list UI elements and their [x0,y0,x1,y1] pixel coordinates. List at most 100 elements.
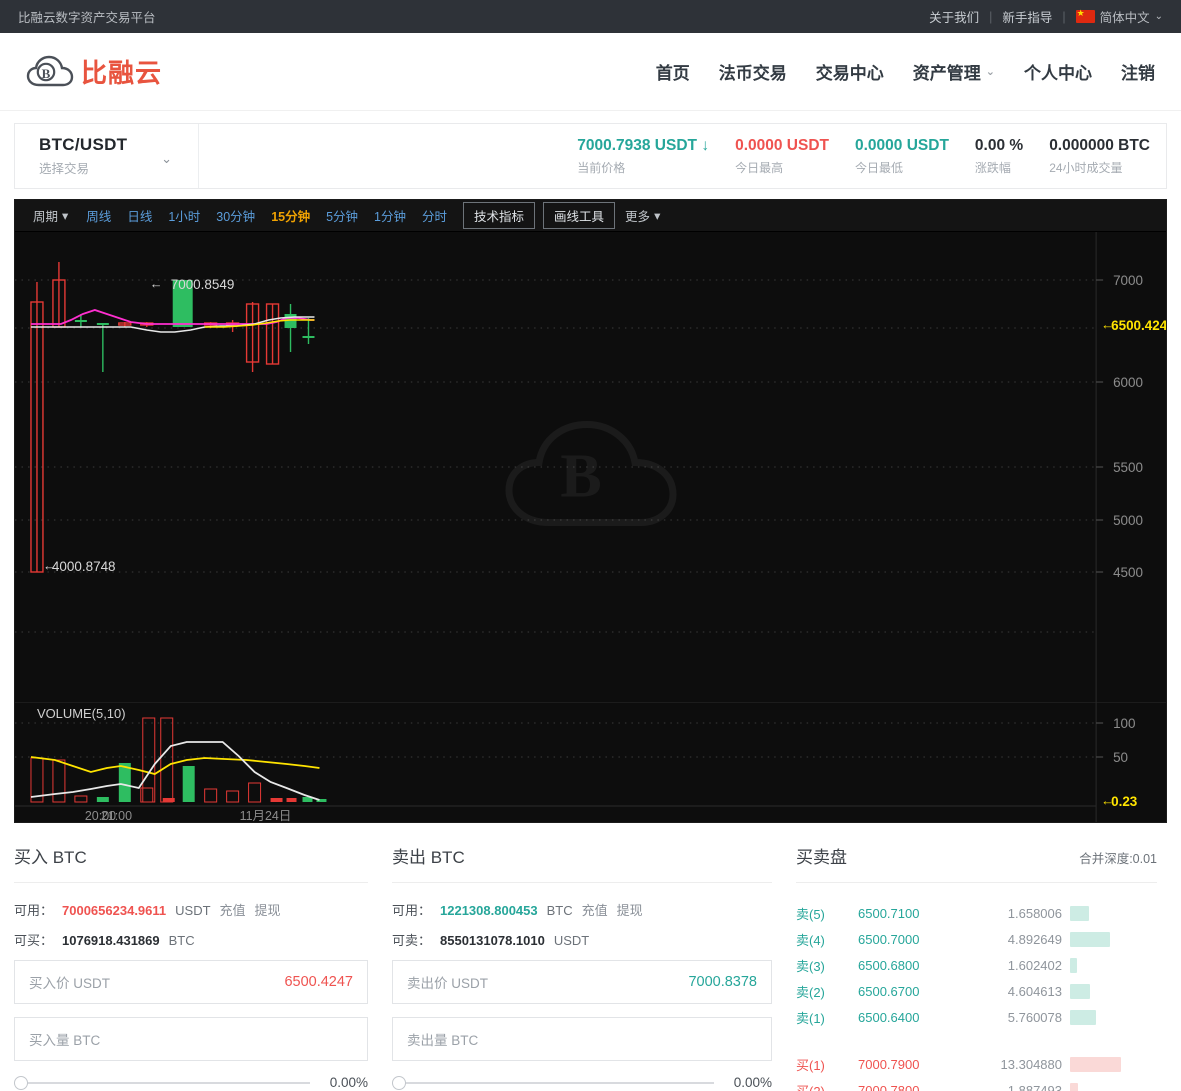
order-book-ask-row[interactable]: 卖(5) 6500.7100 1.658006 [796,900,1157,926]
period-timeline[interactable]: 分时 [414,206,455,225]
nav-label: 注销 [1121,64,1155,83]
slider-handle[interactable] [392,1075,406,1090]
ask-depth-bar [1070,931,1110,947]
bid-side-label: 买(1) [796,1057,825,1073]
sell-price-field[interactable]: 卖出价 USDT 7000.8378 [392,960,772,1004]
sell-amount-slider[interactable] [392,1075,714,1090]
svg-text:50: 50 [1113,750,1128,765]
buy-capacity-value: 1076918.431869 [62,933,160,948]
volume-chart-pane[interactable]: VOLUME(5,10) 100 50 ← 0.23 20:00 21:00 1… [15,702,1166,822]
stat-value: 7000.7938 USDT [577,136,698,154]
order-book-ask-row[interactable]: 卖(4) 6500.7000 4.892649 [796,926,1157,952]
stat-label: 今日最低 [855,160,904,175]
divider: | [989,9,993,24]
order-book-bid-row[interactable]: 买(2) 7000.7800 1.887493 [796,1077,1157,1091]
buy-price-field[interactable]: 买入价 USDT 6500.4247 [14,960,368,1004]
chart-low-annotation: 4000.8748 [52,559,116,574]
chevron-down-icon: ▾ [62,209,69,223]
svg-text:5500: 5500 [1113,460,1143,475]
stat-value: 0.0000 USDT [735,136,829,154]
nav-item-home[interactable]: 首页 [656,59,690,84]
period-30min[interactable]: 30分钟 [208,206,263,225]
top-bar: 比融云数字资产交易平台 关于我们 | 新手指导 | 简体中文 ⌄ [0,0,1181,33]
sell-price-placeholder: 卖出价 USDT [407,976,488,991]
about-us-link[interactable]: 关于我们 [929,7,979,26]
nav-label: 个人中心 [1024,64,1092,83]
chart-container: 周期 ▾ 周线 日线 1小时 30分钟 15分钟 5分钟 1分钟 分时 技术指标… [14,199,1167,823]
stat-current-price: 7000.7938 USDT ↓ 当前价格 [577,137,709,176]
deposit-link[interactable]: 充值 [582,900,608,919]
ask-depth-bar [1070,1009,1096,1025]
volume-current-marker: 0.23 [1111,794,1137,809]
price-chart-pane[interactable]: B [15,232,1166,702]
stat-value: 0.0000 USDT [855,136,949,154]
chevron-down-icon: ⌄ [1154,11,1163,22]
logo[interactable]: B 比融云 [26,53,162,90]
buy-price-placeholder: 买入价 USDT [29,976,110,991]
stat-value: 0.00 % [974,136,1024,154]
drawing-tools-button[interactable]: 画线工具 [543,202,616,229]
bid-side-label: 买(2) [796,1083,825,1091]
market-stats: 7000.7938 USDT ↓ 当前价格 0.0000 USDT 今日最高 0… [577,137,1166,176]
svg-text:4500: 4500 [1113,565,1143,580]
nav-item-personal-center[interactable]: 个人中心 [1024,59,1092,84]
nav-item-asset-management[interactable]: 资产管理 ⌄ [913,59,995,84]
nav-item-fiat-trading[interactable]: 法币交易 [719,59,787,84]
svg-text:B: B [42,66,51,81]
order-book-ask-row[interactable]: 卖(2) 6500.6700 4.604613 [796,978,1157,1004]
ask-price: 6500.6700 [858,983,920,999]
merge-depth-selector[interactable]: 合并深度:0.01 [1079,848,1157,867]
svg-text:←: ← [150,276,163,291]
buy-capacity-label: 可买： [14,933,54,948]
nav-label: 交易中心 [815,64,884,83]
withdraw-link[interactable]: 提现 [255,900,281,919]
buy-available-row: 可用： 7000656234.9611 USDT 充值 提现 [14,900,368,919]
bitcoin-cloud-logo-icon: B [26,55,74,89]
logo-text: 比融云 [81,58,163,88]
language-label: 简体中文 [1099,11,1150,25]
period-1min[interactable]: 1分钟 [366,206,414,225]
stat-label: 24小时成交量 [1049,160,1123,175]
nav-label: 资产管理 [912,64,981,83]
ask-depth-bar [1070,983,1090,999]
beginner-guide-link[interactable]: 新手指导 [1002,7,1052,26]
buy-amount-field[interactable]: 买入量 BTC [14,1017,368,1061]
buy-capacity-row: 可买： 1076918.431869 BTC [14,930,368,949]
pair-bar: BTC/USDT 选择交易 ⌄ 7000.7938 USDT ↓ 当前价格 0.… [14,123,1167,189]
nav-item-logout[interactable]: 注销 [1121,59,1155,84]
order-book-ask-row[interactable]: 卖(3) 6500.6800 1.602402 [796,952,1157,978]
buy-price-value: 6500.4247 [284,974,353,990]
chevron-down-icon: ▾ [654,209,661,223]
chart-toolbar: 周期 ▾ 周线 日线 1小时 30分钟 15分钟 5分钟 1分钟 分时 技术指标… [15,200,1166,232]
technical-indicators-button[interactable]: 技术指标 [463,202,536,229]
stat-day-low: 0.0000 USDT 今日最低 [855,137,949,176]
chart-high-annotation: 7000.8549 [171,277,235,292]
more-options-button[interactable]: 更多 ▾ [615,206,670,225]
stat-day-high: 0.0000 USDT 今日最高 [735,137,829,176]
sell-capacity-unit: USDT [553,933,590,948]
period-15min[interactable]: 15分钟 [263,206,318,225]
ask-price: 6500.7100 [858,905,920,921]
period-week[interactable]: 周线 [78,206,119,225]
china-flag-icon [1075,7,1095,23]
nav-item-trading-center[interactable]: 交易中心 [816,59,884,84]
withdraw-link[interactable]: 提现 [617,900,643,919]
pair-selector[interactable]: BTC/USDT 选择交易 ⌄ [15,124,199,188]
language-selector[interactable]: 简体中文 ⌄ [1075,7,1163,26]
buy-slider-percent: 0.00% [329,1075,368,1090]
period-5min[interactable]: 5分钟 [318,206,366,225]
order-book-bid-row[interactable]: 买(1) 7000.7900 13.304880 [796,1051,1157,1077]
buy-available-label: 可用： [14,903,54,918]
slider-track [392,1081,714,1084]
period-1hour[interactable]: 1小时 [160,206,208,225]
buy-amount-slider[interactable] [14,1075,310,1090]
buy-panel-title: 买入 BTC [14,848,87,867]
svg-text:5000: 5000 [1113,513,1143,528]
deposit-link[interactable]: 充值 [220,900,246,919]
order-book-spread-gap [796,1030,1157,1051]
period-dropdown[interactable]: 周期 ▾ [23,206,78,225]
period-day[interactable]: 日线 [119,206,160,225]
slider-handle[interactable] [14,1075,28,1090]
order-book-ask-row[interactable]: 卖(1) 6500.6400 5.760078 [796,1004,1157,1030]
sell-amount-field[interactable]: 卖出量 BTC [392,1017,772,1061]
